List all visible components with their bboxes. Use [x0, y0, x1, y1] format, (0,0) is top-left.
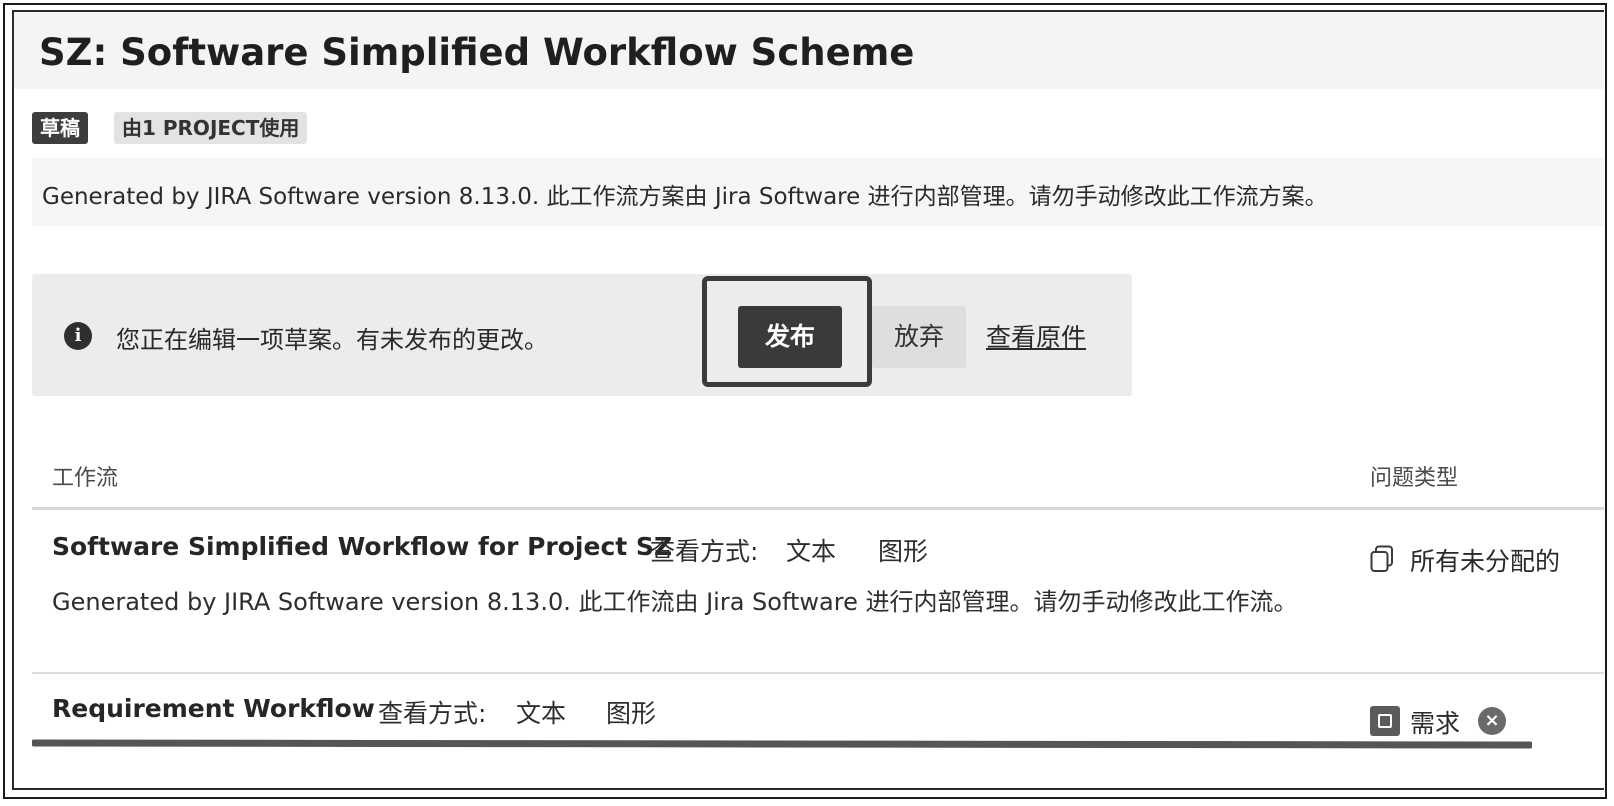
view-diagram-link[interactable]: 图形 [606, 694, 656, 730]
view-diagram-link[interactable]: 图形 [878, 532, 928, 568]
draft-badge: 草稿 [32, 112, 88, 144]
view-text-link[interactable]: 文本 [516, 694, 566, 730]
copy-icon [1370, 545, 1393, 572]
discard-button[interactable]: 放弃 [872, 306, 966, 368]
scheme-description: Generated by JIRA Software version 8.13.… [32, 158, 1604, 226]
view-text-link[interactable]: 文本 [786, 532, 836, 568]
view-as-label: 查看方式: [378, 699, 487, 728]
workflow-name: Software Simplified Workflow for Project… [52, 532, 673, 561]
issue-type-label: 所有未分配的 [1410, 547, 1561, 576]
header-divider [32, 507, 1604, 510]
scroll-separator [32, 739, 1532, 749]
scheme-description-text: Generated by JIRA Software version 8.13.… [42, 184, 1328, 210]
draft-notice: i 您正在编辑一项草案。有未发布的更改。 发布 放弃 查看原件 [32, 274, 1132, 396]
page-title: SZ: Software Simplified Workflow Scheme [39, 31, 915, 74]
row-divider [32, 672, 1604, 674]
issue-types-column-header: 问题类型 [1370, 466, 1459, 491]
draft-notice-message: 您正在编辑一项草案。有未发布的更改。 [116, 326, 548, 354]
publish-button[interactable]: 发布 [738, 306, 842, 368]
info-icon: i [64, 322, 92, 350]
requirement-icon [1370, 706, 1400, 736]
issue-type-label: 需求 [1410, 709, 1461, 738]
workflow-name: Requirement Workflow [52, 694, 375, 723]
title-bar: SZ: Software Simplified Workflow Scheme [14, 12, 1604, 89]
workflow-scheme-page: SZ: Software Simplified Workflow Scheme … [12, 10, 1604, 790]
remove-icon[interactable]: × [1478, 707, 1506, 735]
view-as-label: 查看方式: [650, 537, 759, 566]
workflow-description: Generated by JIRA Software version 8.13.… [52, 588, 1298, 616]
view-original-link[interactable]: 查看原件 [986, 318, 1086, 354]
project-usage-badge: 由1 PROJECT使用 [114, 112, 308, 144]
workflow-column-header: 工作流 [52, 466, 119, 491]
